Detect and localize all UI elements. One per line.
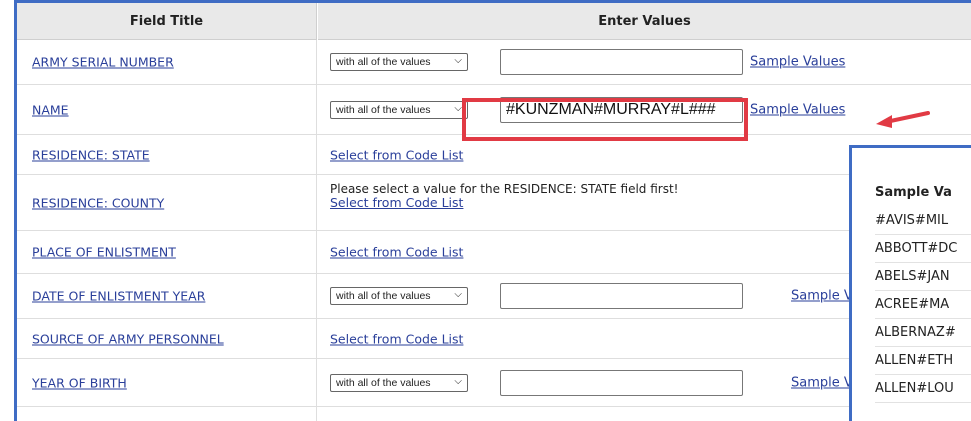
select-value: with all of the values [336,376,431,389]
chevron-down-icon: ⌵ [454,375,462,387]
red-arrow-icon [876,111,930,128]
column-header-enter-values: Enter Values [318,3,971,40]
table-row-residence-county: RESIDENCE: COUNTY Please select a value … [17,175,971,231]
match-mode-select[interactable]: with all of the values ⌵ [330,373,468,392]
field-title-link[interactable]: RESIDENCE: COUNTY [32,195,164,210]
select-from-code-list-link[interactable]: Select from Code List [330,245,463,260]
value-input[interactable] [500,369,743,396]
match-mode-select[interactable]: with all of the values ⌵ [330,53,468,71]
field-title-link[interactable]: PLACE OF ENLISTMENT [32,245,176,260]
residence-county-message: Please select a value for the RESIDENCE:… [330,182,679,210]
chevron-down-icon: ⌵ [454,55,462,66]
sample-value-item[interactable]: ALLEN#ETH [875,347,971,375]
select-value: with all of the values [336,56,431,68]
sample-values-panel: Sample Va #AVIS#MIL ABBOTT#DC ABELS#JAN … [849,145,971,421]
table-row-date-of-enlistment-year: DATE OF ENLISTMENT YEAR with all of the … [17,274,971,319]
sample-values-title: Sample Va [875,185,952,200]
sample-values-list: #AVIS#MIL ABBOTT#DC ABELS#JAN ACREE#MA A… [875,207,971,403]
field-title-link[interactable]: RESIDENCE: STATE [32,147,150,162]
select-value: with all of the values [336,290,431,302]
match-mode-select[interactable]: with all of the values ⌵ [330,100,468,119]
select-value: with all of the values [336,103,431,116]
field-title-link[interactable]: DATE OF ENLISTMENT YEAR [32,289,205,304]
table-row-year-of-birth: YEAR OF BIRTH with all of the values ⌵ Sa… [17,359,971,407]
search-form-frame: Field Title Enter Values ARMY SERIAL NUM… [14,0,971,421]
highlight-box [462,98,748,141]
table-row-partial [17,407,971,421]
value-input[interactable] [500,283,743,309]
select-from-code-list-link[interactable]: Select from Code List [330,331,463,346]
field-title-link[interactable]: YEAR OF BIRTH [32,375,127,390]
chevron-down-icon: ⌵ [454,289,462,300]
field-title-link[interactable]: NAME [32,102,69,117]
sample-value-item[interactable]: ABBOTT#DC [875,235,971,263]
select-from-code-list-link[interactable]: Select from Code List [330,196,679,210]
match-mode-select[interactable]: with all of the values ⌵ [330,287,468,305]
sample-value-item[interactable]: ALLEN#LOU [875,375,971,403]
sample-value-item[interactable]: ABELS#JAN [875,263,971,291]
table-row-army-serial-number: ARMY SERIAL NUMBER with all of the value… [17,40,971,85]
table-row-place-of-enlistment: PLACE OF ENLISTMENT Select from Code Lis… [17,231,971,274]
sample-value-item[interactable]: ALBERNAZ# [875,319,971,347]
column-header-field-title: Field Title [17,3,317,40]
value-input[interactable] [500,49,743,75]
select-from-code-list-link[interactable]: Select from Code List [330,147,463,162]
table-row-source-of-army-personnel: SOURCE OF ARMY PERSONNEL Select from Cod… [17,319,971,359]
state-required-message: Please select a value for the RESIDENCE:… [330,182,679,196]
sample-values-link[interactable]: Sample Values [750,102,845,117]
table-row-residence-state: RESIDENCE: STATE Select from Code List [17,135,971,175]
sample-values-link[interactable]: Sample Values [750,55,845,70]
field-title-link[interactable]: ARMY SERIAL NUMBER [32,55,174,70]
sample-value-item[interactable]: #AVIS#MIL [875,207,971,235]
chevron-down-icon: ⌵ [454,102,462,114]
field-title-link[interactable]: SOURCE OF ARMY PERSONNEL [32,331,224,346]
sample-value-item[interactable]: ACREE#MA [875,291,971,319]
